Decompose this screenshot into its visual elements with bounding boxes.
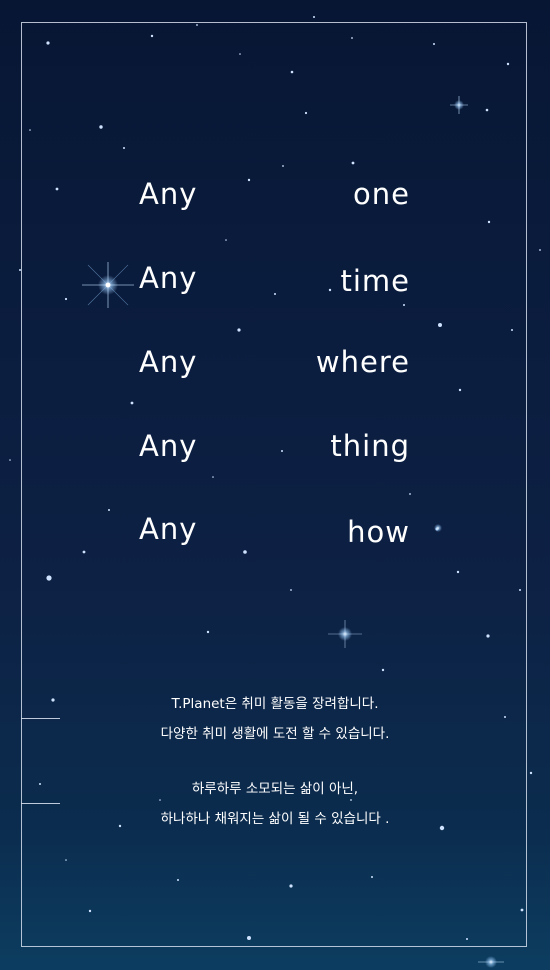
word-where: where bbox=[315, 345, 410, 379]
word-any: Any bbox=[139, 429, 198, 463]
description-line: 하루하루 소모되는 삶이 아닌, bbox=[191, 781, 359, 797]
word-time: time bbox=[340, 264, 410, 298]
description-line: 하나하나 채워지는 삶이 될 수 있습니다 . bbox=[160, 811, 390, 827]
word-any: Any bbox=[139, 177, 198, 211]
word-how: how bbox=[347, 515, 410, 549]
word-one: one bbox=[353, 177, 410, 211]
word-any: Any bbox=[139, 261, 198, 295]
word-thing: thing bbox=[330, 429, 410, 463]
word-any: Any bbox=[139, 512, 198, 546]
description-line: 다양한 취미 생활에 도전 할 수 있습니다. bbox=[160, 726, 390, 742]
description-line: T.Planet은 취미 활동을 장려합니다. bbox=[171, 696, 379, 712]
word-any: Any bbox=[139, 345, 198, 379]
